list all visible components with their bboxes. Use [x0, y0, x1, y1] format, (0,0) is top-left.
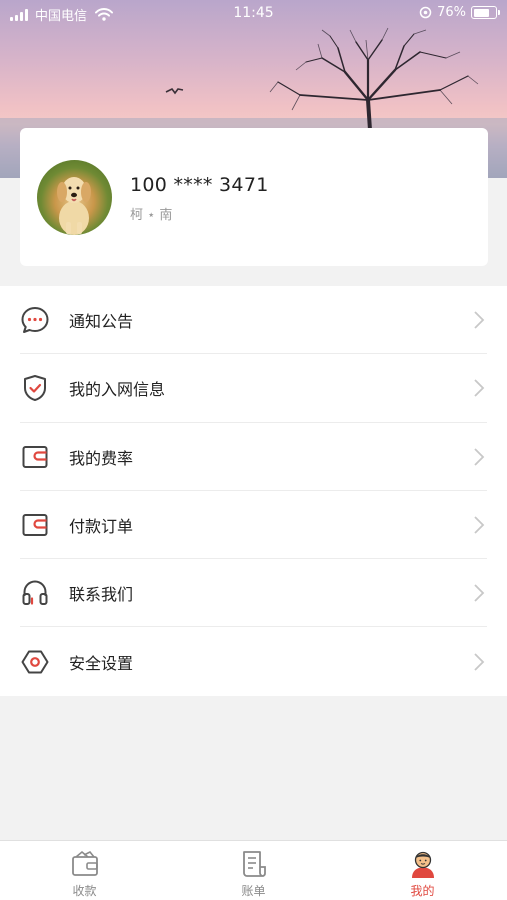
wallet-icon — [71, 850, 98, 876]
menu-item-payment-orders[interactable]: 付款订单 — [0, 491, 507, 560]
menu-item-label: 付款订单 — [69, 517, 134, 537]
shield-check-icon — [20, 373, 50, 403]
tree-illustration — [277, 33, 469, 132]
avatar[interactable] — [37, 160, 112, 235]
user-name: 柯 ⋆ 南 — [130, 208, 173, 223]
message-bubble-icon — [20, 305, 50, 335]
chevron-right-icon — [474, 379, 485, 398]
chevron-right-icon — [474, 311, 485, 329]
chevron-right-icon — [474, 584, 485, 602]
menu-item-label: 联系我们 — [69, 585, 134, 605]
chevron-right-icon — [474, 448, 485, 466]
menu-item-label: 通知公告 — [69, 312, 134, 332]
bird-icon — [165, 87, 184, 95]
tab-label: 我的 — [410, 884, 435, 898]
menu-item-notices[interactable]: 通知公告 — [0, 286, 507, 355]
battery-percent: 76% — [437, 5, 466, 20]
wallet-icon — [20, 510, 50, 540]
tab-label: 收款 — [72, 884, 97, 898]
status-bar: 中国电信 11:45 76% — [0, 0, 507, 28]
tab-mine[interactable]: 我的 — [338, 841, 507, 900]
wallet-icon — [20, 442, 50, 472]
chevron-right-icon — [474, 652, 485, 671]
chevron-right-icon — [474, 516, 485, 534]
menu-item-label: 我的入网信息 — [69, 380, 166, 400]
profile-card[interactable]: 100 **** 3471 柯 ⋆ 南 — [20, 128, 488, 266]
hexagon-settings-icon — [20, 647, 50, 677]
menu-item-rates[interactable]: 我的费率 — [0, 423, 507, 491]
tab-bills[interactable]: 账单 — [169, 841, 338, 900]
dog-photo — [57, 177, 91, 235]
menu-item-network-info[interactable]: 我的入网信息 — [0, 354, 507, 423]
battery-icon — [471, 6, 500, 19]
headset-icon — [20, 578, 50, 608]
user-avatar-icon — [411, 851, 434, 878]
menu-item-security-settings[interactable]: 安全设置 — [0, 627, 507, 695]
bottom-tab-bar: 收款 账单 我的 — [0, 840, 507, 900]
settings-menu: 通知公告 我的入网信息 我的费率 付款订单 联系我们 安全设置 — [0, 286, 507, 696]
menu-item-label: 安全设置 — [69, 653, 134, 673]
orientation-lock-icon — [419, 6, 432, 19]
menu-item-contact-us[interactable]: 联系我们 — [0, 559, 507, 628]
bill-icon — [242, 851, 266, 877]
tab-collect[interactable]: 收款 — [0, 841, 169, 900]
menu-item-label: 我的费率 — [69, 448, 134, 468]
tab-label: 账单 — [241, 884, 266, 898]
battery-level-fill — [473, 8, 490, 17]
phone-number: 100 **** 3471 — [130, 174, 269, 196]
